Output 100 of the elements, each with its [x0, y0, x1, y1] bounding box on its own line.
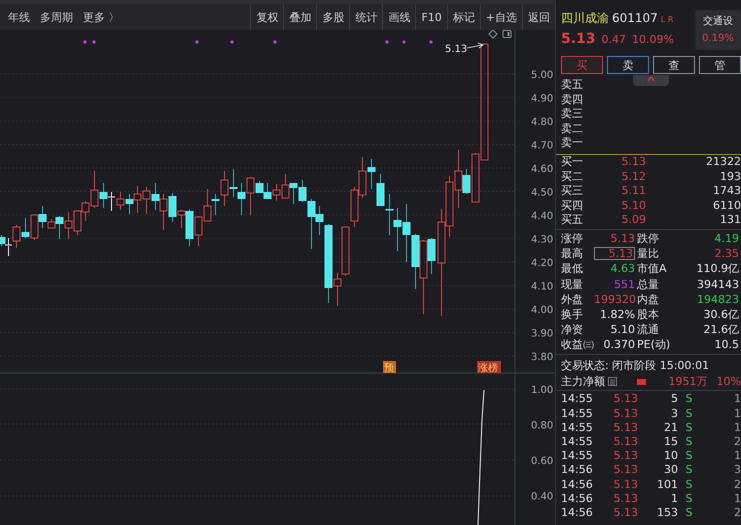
arrow-icon — [466, 42, 484, 48]
stat-value: 21.6亿 — [702, 322, 740, 338]
order-level-label: 卖五 — [561, 78, 584, 93]
stat-label: 净资 — [561, 322, 584, 338]
stat-value: 0.370 — [602, 337, 636, 352]
table-cell-text: 2 — [733, 435, 741, 450]
indicator-axis-label: 0.40 — [531, 492, 554, 502]
tick-volume: 30 — [663, 463, 678, 478]
stat-label: 流通 — [637, 322, 660, 338]
order-price: 5.13 — [620, 154, 646, 170]
order-volume: 1743 — [712, 184, 741, 199]
main-force-amount: 1951万 — [668, 374, 708, 390]
order-price: 5.10 — [620, 198, 646, 214]
order-level-label: 买三 — [561, 184, 584, 199]
order-level-label: 卖四 — [561, 92, 584, 108]
tick-side: S — [684, 435, 694, 450]
table-cell-text: 3 — [733, 463, 741, 478]
price-axis-label: 4.20 — [531, 258, 554, 269]
signal-dot — [429, 40, 433, 44]
stat-value: 199320 — [594, 292, 637, 307]
stat-value: 1.82% — [599, 306, 636, 322]
tick-side: S — [684, 478, 694, 492]
sector-change: 0.19% — [702, 33, 734, 44]
trade-button[interactable]: 管 — [699, 56, 741, 74]
signal-dot — [273, 40, 277, 44]
tick-time: 14:55 — [561, 420, 594, 436]
tick-price: 5.13 — [612, 506, 638, 520]
indicator-axis-label: 0.80 — [531, 420, 554, 432]
tick-side: S — [684, 506, 694, 520]
tick-side: S — [684, 449, 694, 464]
price-axis-label: 4.00 — [531, 305, 554, 316]
stat-label: 最低 — [561, 261, 584, 276]
tick-volume: 153 — [656, 506, 678, 520]
order-volume: 193 — [719, 170, 741, 184]
price-axis-label: 4.70 — [531, 140, 554, 152]
tick-side: S — [684, 463, 694, 478]
stat-value: 4.63 — [610, 261, 636, 276]
stat-value: 194823 — [696, 292, 740, 307]
price-axis-label: 4.50 — [531, 188, 554, 198]
table-cell-text: 2 — [733, 478, 741, 492]
tick-price: 5.13 — [612, 478, 638, 492]
signal-dot — [385, 40, 389, 44]
stat-label: 市值A — [637, 261, 668, 276]
stat-value: 551 — [613, 276, 636, 292]
table-cell-text: 1 — [733, 392, 741, 407]
trade-button[interactable]: 卖 — [607, 56, 649, 74]
table-cell-text: 1 — [733, 449, 741, 464]
stock-name: 四川成渝 — [561, 10, 609, 27]
tick-time: 14:56 — [561, 506, 594, 520]
tick-price: 5.13 — [612, 406, 638, 421]
signal-dot — [230, 40, 234, 44]
period-tab[interactable]: 多周期 — [40, 10, 73, 24]
tick-time: 14:55 — [561, 406, 594, 421]
period-tab[interactable]: 更多 〉 — [83, 10, 120, 24]
trade-button[interactable]: 查 — [653, 56, 695, 74]
list-icon[interactable] — [608, 377, 617, 386]
main-force-percent: 10% — [716, 375, 741, 388]
tick-volume: 10 — [663, 449, 678, 464]
stat-label: 涨停 — [561, 230, 584, 246]
stat-value: 5.13 — [610, 230, 636, 246]
price-axis-label: 5.00 — [531, 70, 554, 81]
tick-time: 14:56 — [561, 492, 594, 506]
trade-status: 交易状态: 闭市阶段 15:00:01 — [556, 354, 741, 372]
signal-dot — [195, 40, 199, 44]
stat-label: 股本 — [637, 306, 660, 322]
stat-value: 4.19 — [714, 230, 740, 246]
panel-toggle-icon[interactable] — [502, 30, 512, 38]
diamond-icon[interactable] — [488, 30, 498, 39]
price-axis-label: 4.10 — [531, 282, 554, 292]
tick-side: S — [684, 406, 694, 421]
indicator-axis-label: 0.60 — [531, 456, 554, 467]
period-tab[interactable]: 年线 — [8, 10, 30, 24]
last-price: 5.13 — [561, 31, 596, 47]
signal-dot — [83, 40, 87, 44]
tick-price: 5.13 — [612, 463, 638, 478]
tick-price: 5.13 — [612, 492, 638, 506]
sector-card[interactable]: 交通设 0.19% — [695, 10, 741, 50]
price-axis-label: 4.40 — [531, 211, 554, 222]
price-change: 0.47 — [602, 33, 626, 46]
stat-label: 外盘 — [561, 292, 584, 307]
order-volume: 6110 — [712, 198, 741, 214]
order-level-label: 卖二 — [561, 122, 584, 136]
tick-time: 14:56 — [561, 478, 594, 492]
table-cell-text: 1 — [733, 420, 741, 436]
collapse-handle[interactable] — [633, 75, 669, 86]
table-cell-text: 2 — [733, 506, 741, 520]
stat-value: 30.6亿 — [702, 306, 740, 322]
stat-value: 5.10 — [610, 322, 636, 338]
tick-volume: 21 — [663, 420, 678, 436]
stat-value: 394143 — [696, 276, 740, 292]
price-axis-label: 4.60 — [531, 164, 554, 175]
stat-label: 收益㈢ — [561, 337, 594, 352]
stock-flags: L R — [660, 15, 674, 24]
stat-label: 最高 — [561, 246, 584, 262]
tick-price: 5.13 — [612, 420, 638, 436]
price-axis-label: 4.30 — [531, 234, 554, 246]
order-level-label: 卖一 — [561, 136, 584, 151]
stat-label: 量比 — [637, 246, 660, 262]
order-level-label: 买一 — [561, 154, 584, 170]
table-cell-text: 1 — [733, 406, 741, 421]
